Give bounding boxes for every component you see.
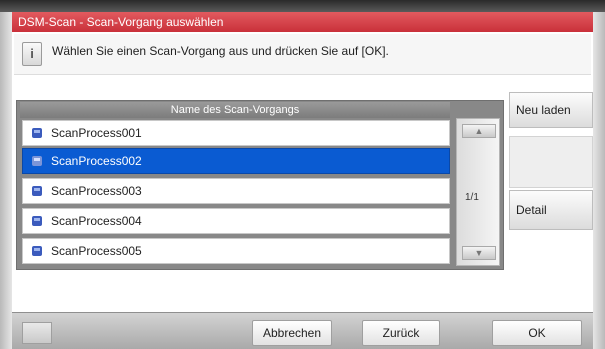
- chevron-down-icon: ▼: [474, 248, 484, 258]
- back-button[interactable]: Zurück: [362, 320, 440, 346]
- scan-process-icon: [32, 156, 42, 166]
- cancel-label: Abbrechen: [262, 326, 322, 340]
- list-item-label: ScanProcess005: [51, 244, 142, 258]
- frame-left: [0, 12, 12, 349]
- list-item[interactable]: ScanProcess001: [22, 120, 450, 146]
- list-item-label: ScanProcess004: [51, 214, 142, 228]
- cancel-button[interactable]: Abbrechen: [252, 320, 332, 346]
- ok-label: OK: [528, 326, 546, 340]
- list-header: Name des Scan-Vorgangs: [20, 102, 450, 118]
- scan-process-icon: [32, 216, 42, 226]
- ok-button[interactable]: OK: [492, 320, 582, 346]
- device-frame-top: [0, 0, 605, 12]
- window-title: DSM-Scan - Scan-Vorgang auswählen: [12, 12, 593, 32]
- scroll-down-button[interactable]: ▼: [462, 246, 496, 260]
- list-item[interactable]: ScanProcess002: [22, 148, 450, 174]
- reload-button[interactable]: Neu laden: [509, 92, 593, 128]
- info-icon: i: [22, 42, 42, 66]
- scan-process-icon: [32, 246, 42, 256]
- scroll-up-button[interactable]: ▲: [462, 124, 496, 138]
- side-panel-blank: [509, 136, 593, 188]
- list-item-label: ScanProcess002: [51, 154, 142, 168]
- list-item-label: ScanProcess001: [51, 126, 142, 140]
- scan-process-icon: [32, 186, 42, 196]
- frame-right: [593, 12, 605, 349]
- list-item[interactable]: ScanProcess004: [22, 208, 450, 234]
- reload-label: Neu laden: [516, 103, 571, 117]
- bottom-left-handle: [22, 322, 52, 344]
- list-item-label: ScanProcess003: [51, 184, 142, 198]
- chevron-up-icon: ▲: [474, 126, 484, 136]
- scan-process-icon: [32, 128, 42, 138]
- detail-button[interactable]: Detail: [509, 190, 593, 230]
- list-item[interactable]: ScanProcess005: [22, 238, 450, 264]
- page-counter: 1/1: [465, 192, 479, 203]
- detail-label: Detail: [516, 203, 547, 217]
- list-item[interactable]: ScanProcess003: [22, 178, 450, 204]
- instruction-text: Wählen Sie einen Scan-Vorgang aus und dr…: [52, 44, 389, 58]
- back-label: Zurück: [382, 326, 420, 340]
